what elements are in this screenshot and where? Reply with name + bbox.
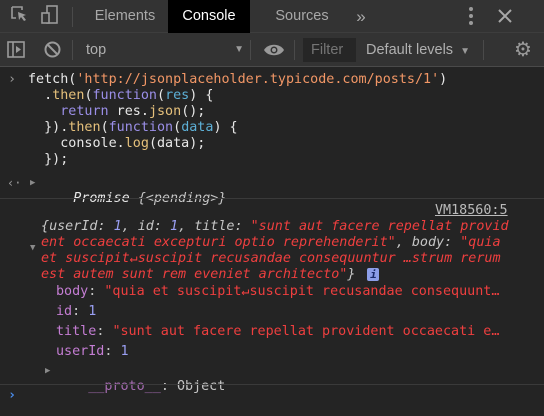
code-token: (: [84, 88, 93, 103]
code-token: ) {: [189, 88, 214, 103]
code-token: ): [439, 72, 448, 87]
chevron-down-icon: ▼: [460, 46, 470, 57]
console-toolbar: top ▼ Default levels ▼ ⚙: [0, 33, 544, 67]
log-levels-dropdown[interactable]: Default levels ▼: [366, 33, 470, 67]
property-row[interactable]: id: 1: [56, 304, 96, 319]
collapse-triangle-icon[interactable]: ▼: [30, 243, 35, 253]
code-line: });: [28, 152, 68, 168]
property-value: "quia et suscipit↵suscipit recusandae co…: [104, 284, 500, 299]
more-tabs-button[interactable]: »: [346, 0, 376, 33]
tab-console[interactable]: Console: [168, 0, 250, 33]
property-value: 1: [88, 304, 97, 319]
code-token: fetch(: [28, 72, 77, 87]
filter-input[interactable]: [303, 38, 356, 62]
code-token: res.: [108, 104, 149, 119]
close-icon[interactable]: [498, 9, 512, 28]
property-row[interactable]: userId: 1: [56, 344, 129, 359]
code-token: (: [100, 120, 109, 135]
code-token: data: [181, 120, 214, 135]
code-token: ();: [181, 104, 206, 119]
property-key: userId: [56, 344, 105, 359]
code-token: then: [68, 120, 101, 135]
console-input[interactable]: [24, 386, 534, 408]
property-key: body: [56, 284, 89, 299]
chevron-down-icon: ▼: [234, 44, 244, 55]
code-token: 'http://jsonplaceholder.typicode.com/pos…: [76, 72, 440, 87]
code-token: return: [60, 104, 109, 119]
expand-triangle-icon[interactable]: ▶: [30, 178, 35, 188]
sidebar-toggle-icon[interactable]: [7, 41, 25, 63]
devtools-tab-bar: Elements Console Sources »: [0, 0, 544, 33]
code-token: console.: [28, 136, 125, 151]
code-token: }).: [28, 120, 69, 135]
code-token: (: [157, 88, 166, 103]
context-value: top: [86, 42, 107, 58]
code-line: console.log(data);: [28, 136, 205, 152]
input-prompt-icon: ›: [8, 72, 17, 87]
eye-icon[interactable]: [263, 43, 285, 62]
device-toolbar-icon[interactable]: [41, 5, 59, 30]
property-row[interactable]: body: "quia et suscipit↵suscipit recusan…: [56, 284, 499, 299]
code-token: json: [148, 104, 182, 119]
property-value: "sunt aut facere repellat provident occa…: [112, 324, 500, 339]
gear-icon[interactable]: ⚙: [514, 40, 532, 60]
tab-sources[interactable]: Sources: [262, 0, 342, 33]
code-token: res: [165, 88, 190, 103]
code-line: .then(function(res) {: [28, 88, 213, 104]
code-token: });: [28, 152, 69, 167]
expand-triangle-icon[interactable]: ▶: [45, 366, 50, 376]
code-token: (: [173, 120, 182, 135]
property-row[interactable]: title: "sunt aut facere repellat provide…: [56, 324, 499, 339]
code-line: fetch('http://jsonplaceholder.typicode.c…: [28, 72, 447, 88]
inspect-element-icon[interactable]: [10, 5, 28, 28]
code-line: return res.json();: [28, 104, 205, 120]
property-value: 1: [120, 344, 129, 359]
property-key: title: [56, 324, 97, 339]
code-token: (data);: [148, 136, 206, 151]
result-arrow-icon: ‹·: [7, 176, 22, 190]
source-link[interactable]: VM18560:5: [435, 203, 508, 218]
property-key: id: [56, 304, 73, 319]
code-token: function: [92, 88, 158, 103]
context-selector[interactable]: top ▼: [86, 33, 248, 67]
code-token: ) {: [213, 120, 238, 135]
clear-console-icon[interactable]: [44, 41, 61, 63]
info-badge[interactable]: i: [367, 268, 380, 281]
code-token: .: [28, 88, 53, 103]
log-levels-label: Default levels: [366, 42, 454, 58]
console-prompt-icon[interactable]: ›: [8, 388, 16, 403]
code-line: }).then(function(data) {: [28, 120, 238, 136]
code-token: log: [124, 136, 149, 151]
code-token: then: [52, 88, 85, 103]
more-options-icon[interactable]: [467, 6, 475, 31]
tab-elements[interactable]: Elements: [84, 0, 166, 33]
object-summary[interactable]: {userId: 1, id: 1, title: "sunt aut face…: [41, 219, 513, 283]
code-token: function: [108, 120, 174, 135]
